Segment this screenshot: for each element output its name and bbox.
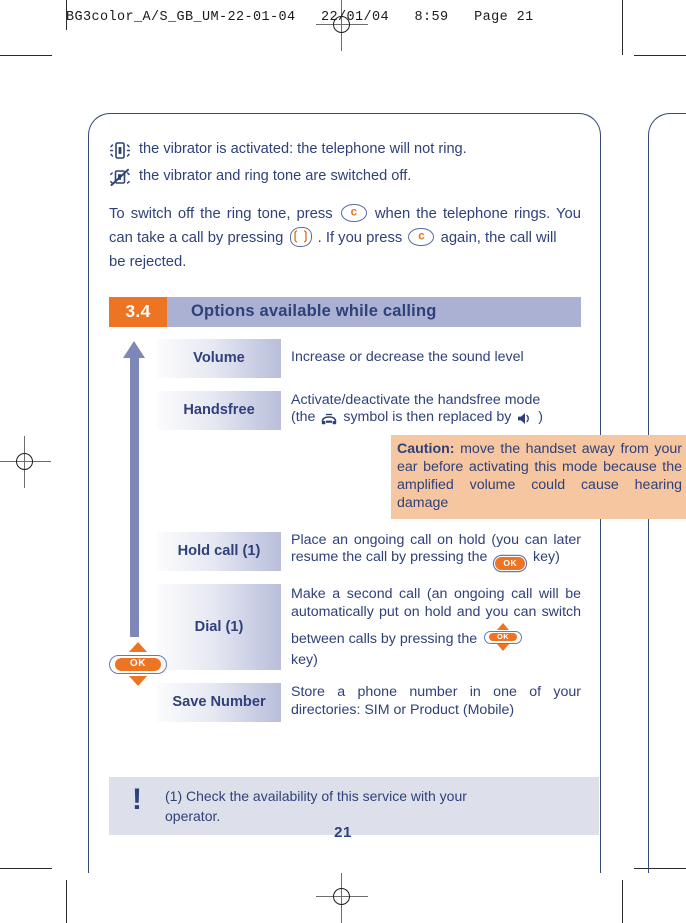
warning-exclamation-icon: ! [132, 782, 142, 816]
intro-text-4: again, the call will [440, 229, 557, 246]
option-label-volume: Volume [157, 338, 281, 378]
crop-mark-top-right-vertical [622, 0, 623, 55]
bullet-vibrator-on-label: the vibrator is activated: the telephone… [139, 141, 467, 157]
option-label-handsfree: Handsfree [157, 390, 281, 430]
intro-text-1: To switch off the ring tone, press [109, 206, 333, 222]
navigation-ok-key-icon: OK [109, 641, 167, 686]
options-table: OK Volume Increase or decrease the sound… [109, 338, 686, 722]
crop-mark-top-right-horizontal [634, 55, 686, 56]
option-desc-handsfree-line1: Activate/deactivate the handsfree mode [291, 391, 541, 408]
option-label-save-number: Save Number [157, 682, 281, 722]
navigation-ok-key-label: OK [115, 657, 161, 671]
option-desc-handsfree-mid: symbol is then replaced by [343, 409, 512, 426]
option-desc-hold-call: Place an ongoing call on hold (you can l… [281, 532, 581, 571]
footnote-line-1: (1) Check the availability of this servi… [165, 787, 467, 804]
bullet-vibrator-ring-off-label: the vibrator and ring tone are switched … [139, 168, 412, 184]
option-desc-hold-call-post: key) [533, 549, 560, 566]
option-desc-handsfree-post: ) [538, 409, 543, 426]
telephone-icon [321, 411, 341, 427]
intro-text-5: be rejected. [109, 253, 187, 270]
option-row-handsfree: Handsfree Activate/deactivate the handsf… [109, 390, 581, 430]
volume-up-arrow-icon [123, 340, 145, 637]
vibrator-and-ring-off-icon [109, 167, 139, 187]
option-row-save-number: Save Number Store a phone number in one … [109, 682, 581, 722]
send-call-key-icon: ❲❳ [289, 226, 312, 247]
intro-text-3: . If you press [317, 229, 403, 246]
option-desc-handsfree: Activate/deactivate the handsfree mode (… [281, 391, 581, 430]
option-desc-volume-text: Increase or decrease the sound level [291, 349, 524, 366]
page-content: the vibrator is activated: the telephone… [109, 140, 686, 836]
intro-paragraph: To switch off the ring tone, press c whe… [109, 203, 581, 275]
send-call-key-glyph: ❲❳ [290, 228, 311, 243]
option-desc-handsfree-pre: (the [291, 409, 316, 426]
option-row-volume: Volume Increase or decrease the sound le… [109, 338, 581, 378]
section-number-badge: 3.4 [109, 296, 167, 327]
option-row-hold-call: Hold call (1) Place an ongoing call on h… [109, 531, 581, 571]
crop-mark-bottom-left-vertical [66, 880, 67, 923]
end-call-key-icon-2: c [408, 227, 435, 246]
option-label-hold-call: Hold call (1) [157, 531, 281, 571]
vibrator-on-icon [109, 140, 139, 160]
ok-nav-key-label: OK [489, 633, 518, 642]
crop-mark-bottom-left-horizontal [0, 868, 52, 869]
crop-mark-bottom-right-vertical [622, 880, 623, 923]
option-desc-save-number-text: Store a phone number in one of your dire… [291, 684, 581, 719]
end-call-key-label: c [350, 206, 357, 219]
section-title: Options available while calling [167, 296, 581, 327]
speaker-icon [517, 411, 536, 427]
caution-note: Caution: move the handset away from your… [391, 434, 686, 519]
ok-nav-key-icon: OK [484, 622, 523, 652]
end-call-key-icon: c [340, 204, 367, 222]
registration-mark-left [0, 436, 51, 488]
option-row-dial: Dial (1) Make a second call (an ongoing … [109, 583, 581, 670]
option-desc-save-number: Store a phone number in one of your dire… [281, 683, 581, 722]
option-desc-volume: Increase or decrease the sound level [281, 339, 581, 378]
option-desc-dial: Make a second call (an ongoing call will… [281, 584, 581, 670]
caution-label: Caution: [397, 440, 455, 457]
bullet-vibrator-ring-off: the vibrator and ring tone are switched … [109, 167, 581, 187]
crop-mark-top-left-horizontal [0, 55, 52, 56]
ok-key-icon: OK [494, 556, 527, 571]
section-heading: 3.4 Options available while calling [109, 296, 581, 327]
registration-mark-bottom [316, 871, 368, 923]
print-slug: BG3color_A/S_GB_UM-22-01-04 22/01/04 8:5… [66, 10, 534, 25]
end-call-key-label-2: c [418, 230, 425, 243]
bullet-vibrator-on: the vibrator is activated: the telephone… [109, 140, 581, 160]
option-desc-dial-post: key) [291, 651, 318, 668]
option-label-dial: Dial (1) [157, 583, 281, 670]
option-desc-dial-pre: Make a second call (an ongoing call will… [291, 585, 581, 647]
page-number: 21 [334, 824, 352, 841]
